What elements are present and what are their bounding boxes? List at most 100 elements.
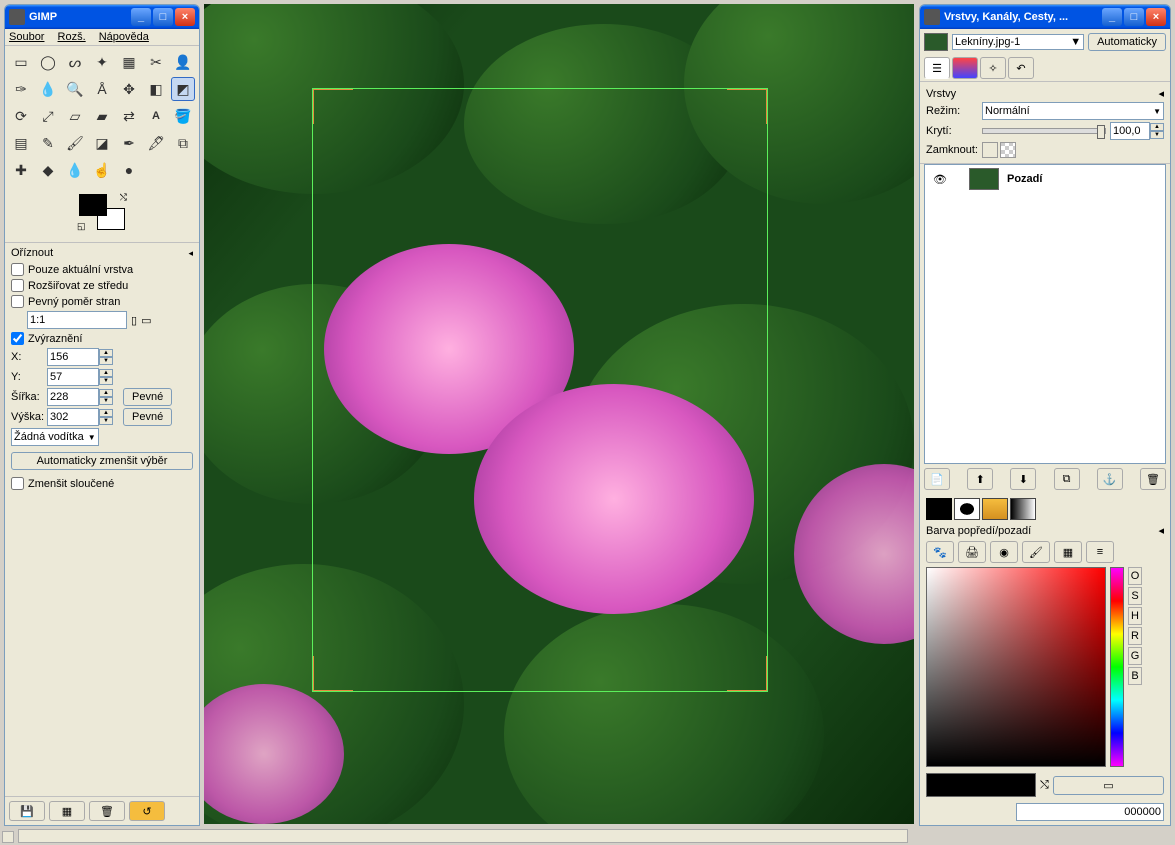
new-layer-button[interactable]: 📄: [924, 468, 950, 490]
swatch-bw[interactable]: [954, 498, 980, 520]
lock-alpha-icon[interactable]: [1000, 142, 1016, 158]
auto-shrink-button[interactable]: Automaticky zmenšit výběr: [11, 452, 193, 470]
hex-input[interactable]: [1016, 803, 1164, 821]
delete-options-icon[interactable]: 🗑: [89, 801, 125, 821]
height-input[interactable]: [47, 408, 99, 426]
x-up[interactable]: ▲: [99, 349, 113, 357]
image-select[interactable]: Lekníny.jpg-1▼: [952, 34, 1084, 50]
brush-icon[interactable]: 🖌: [1022, 541, 1050, 563]
color-options-button[interactable]: ▭: [1053, 776, 1164, 795]
height-fixed-button[interactable]: Pevné: [123, 408, 172, 426]
ratio-input[interactable]: [27, 311, 127, 329]
x-input[interactable]: [47, 348, 99, 366]
wheel-icon[interactable]: ◉: [990, 541, 1018, 563]
delete-layer-button[interactable]: 🗑: [1140, 468, 1166, 490]
cmyk-icon[interactable]: 🖨: [958, 541, 986, 563]
clone-tool[interactable]: ⧉: [171, 131, 195, 155]
swatch-gradient[interactable]: [1010, 498, 1036, 520]
crop-handle-tl[interactable]: [313, 89, 353, 124]
minimize-button[interactable]: _: [1102, 8, 1122, 26]
lower-layer-button[interactable]: ⬇: [1010, 468, 1036, 490]
menu-help[interactable]: Nápověda: [99, 31, 149, 43]
tool-options-menu-icon[interactable]: ◂: [188, 248, 193, 259]
paintbrush-tool[interactable]: 🖌: [63, 131, 87, 155]
saturation-value-area[interactable]: [926, 567, 1106, 767]
fg-color[interactable]: [79, 194, 107, 216]
g-button[interactable]: G: [1128, 647, 1142, 665]
scales-icon[interactable]: ≡: [1086, 541, 1114, 563]
flip-tool[interactable]: ⇄: [117, 104, 141, 128]
zoom-tool[interactable]: 🔍: [63, 77, 87, 101]
width-fixed-button[interactable]: Pevné: [123, 388, 172, 406]
toolbox-titlebar[interactable]: GIMP _ □ ×: [5, 5, 199, 29]
blur-tool[interactable]: 💧: [63, 158, 87, 182]
foreground-select-tool[interactable]: 👤: [171, 50, 195, 74]
crop-handle-bl[interactable]: [313, 656, 353, 691]
h-scrollbar[interactable]: [18, 829, 908, 843]
fuzzy-select-tool[interactable]: ✦: [90, 50, 114, 74]
layer-name[interactable]: Pozadí: [1007, 173, 1042, 185]
color-menu-icon[interactable]: ◂: [1158, 524, 1164, 537]
y-down[interactable]: ▼: [99, 377, 113, 385]
h-button[interactable]: H: [1128, 607, 1142, 625]
crop-handle-br[interactable]: [727, 656, 767, 691]
ellipse-select-tool[interactable]: ◯: [36, 50, 60, 74]
gimp-palette-icon[interactable]: 🐾: [926, 541, 954, 563]
anchor-layer-button[interactable]: ⚓: [1097, 468, 1123, 490]
opacity-slider[interactable]: [982, 128, 1106, 134]
scale-tool[interactable]: ⤢: [36, 104, 60, 128]
width-input[interactable]: [47, 388, 99, 406]
move-tool[interactable]: ✥: [117, 77, 141, 101]
only-current-checkbox[interactable]: [11, 263, 24, 276]
close-button[interactable]: ×: [175, 8, 195, 26]
layers-menu-icon[interactable]: ◂: [1158, 87, 1164, 100]
close-button[interactable]: ×: [1146, 8, 1166, 26]
layers-tab[interactable]: ☰: [924, 57, 950, 79]
r-button[interactable]: R: [1128, 627, 1142, 645]
shear-tool[interactable]: ▱: [63, 104, 87, 128]
w-up[interactable]: ▲: [99, 389, 113, 397]
color-select-tool[interactable]: ▦: [117, 50, 141, 74]
palette-icon[interactable]: ▦: [1054, 541, 1082, 563]
text-tool[interactable]: A: [144, 104, 168, 128]
free-select-tool[interactable]: ᔕ: [63, 50, 87, 74]
channels-tab[interactable]: [952, 57, 978, 79]
opacity-input[interactable]: [1110, 122, 1150, 140]
blend-mode-select[interactable]: Normální▼: [982, 102, 1164, 120]
dodge-tool[interactable]: ●: [117, 158, 141, 182]
swap-small-icon[interactable]: ⤭: [1040, 779, 1049, 792]
scroll-corner[interactable]: [2, 831, 14, 843]
swatch-pattern[interactable]: [982, 498, 1008, 520]
airbrush-tool[interactable]: ✒: [117, 131, 141, 155]
scissors-tool[interactable]: ✂: [144, 50, 168, 74]
align-tool[interactable]: ◧: [144, 77, 168, 101]
eraser-tool[interactable]: ◪: [90, 131, 114, 155]
h-down[interactable]: ▼: [99, 417, 113, 425]
minimize-button[interactable]: _: [131, 8, 151, 26]
o-button[interactable]: O: [1128, 567, 1142, 585]
measure-tool[interactable]: Å: [90, 77, 114, 101]
shrink-merged-checkbox[interactable]: [11, 477, 24, 490]
hue-strip[interactable]: [1110, 567, 1124, 767]
swatch-fg[interactable]: [926, 498, 952, 520]
w-down[interactable]: ▼: [99, 397, 113, 405]
raise-layer-button[interactable]: ⬆: [967, 468, 993, 490]
default-colors-icon[interactable]: ◱: [77, 221, 86, 232]
crop-rectangle[interactable]: [312, 88, 768, 692]
layers-titlebar[interactable]: Vrstvy, Kanály, Cesty, ... _ □ ×: [920, 5, 1170, 29]
h-up[interactable]: ▲: [99, 409, 113, 417]
paths-tab[interactable]: ✧: [980, 57, 1006, 79]
maximize-button[interactable]: □: [1124, 8, 1144, 26]
maximize-button[interactable]: □: [153, 8, 173, 26]
current-color-swatch[interactable]: [926, 773, 1036, 797]
y-up[interactable]: ▲: [99, 369, 113, 377]
perspective-clone-tool[interactable]: ◆: [36, 158, 60, 182]
smudge-tool[interactable]: ☝: [90, 158, 114, 182]
image-canvas[interactable]: [204, 4, 914, 824]
rect-select-tool[interactable]: ▭: [9, 50, 33, 74]
color-picker-tool[interactable]: 💧: [36, 77, 60, 101]
fixed-ratio-checkbox[interactable]: [11, 295, 24, 308]
undo-tab[interactable]: ↶: [1008, 57, 1034, 79]
blend-tool[interactable]: ▤: [9, 131, 33, 155]
menu-file[interactable]: Soubor: [9, 31, 44, 43]
